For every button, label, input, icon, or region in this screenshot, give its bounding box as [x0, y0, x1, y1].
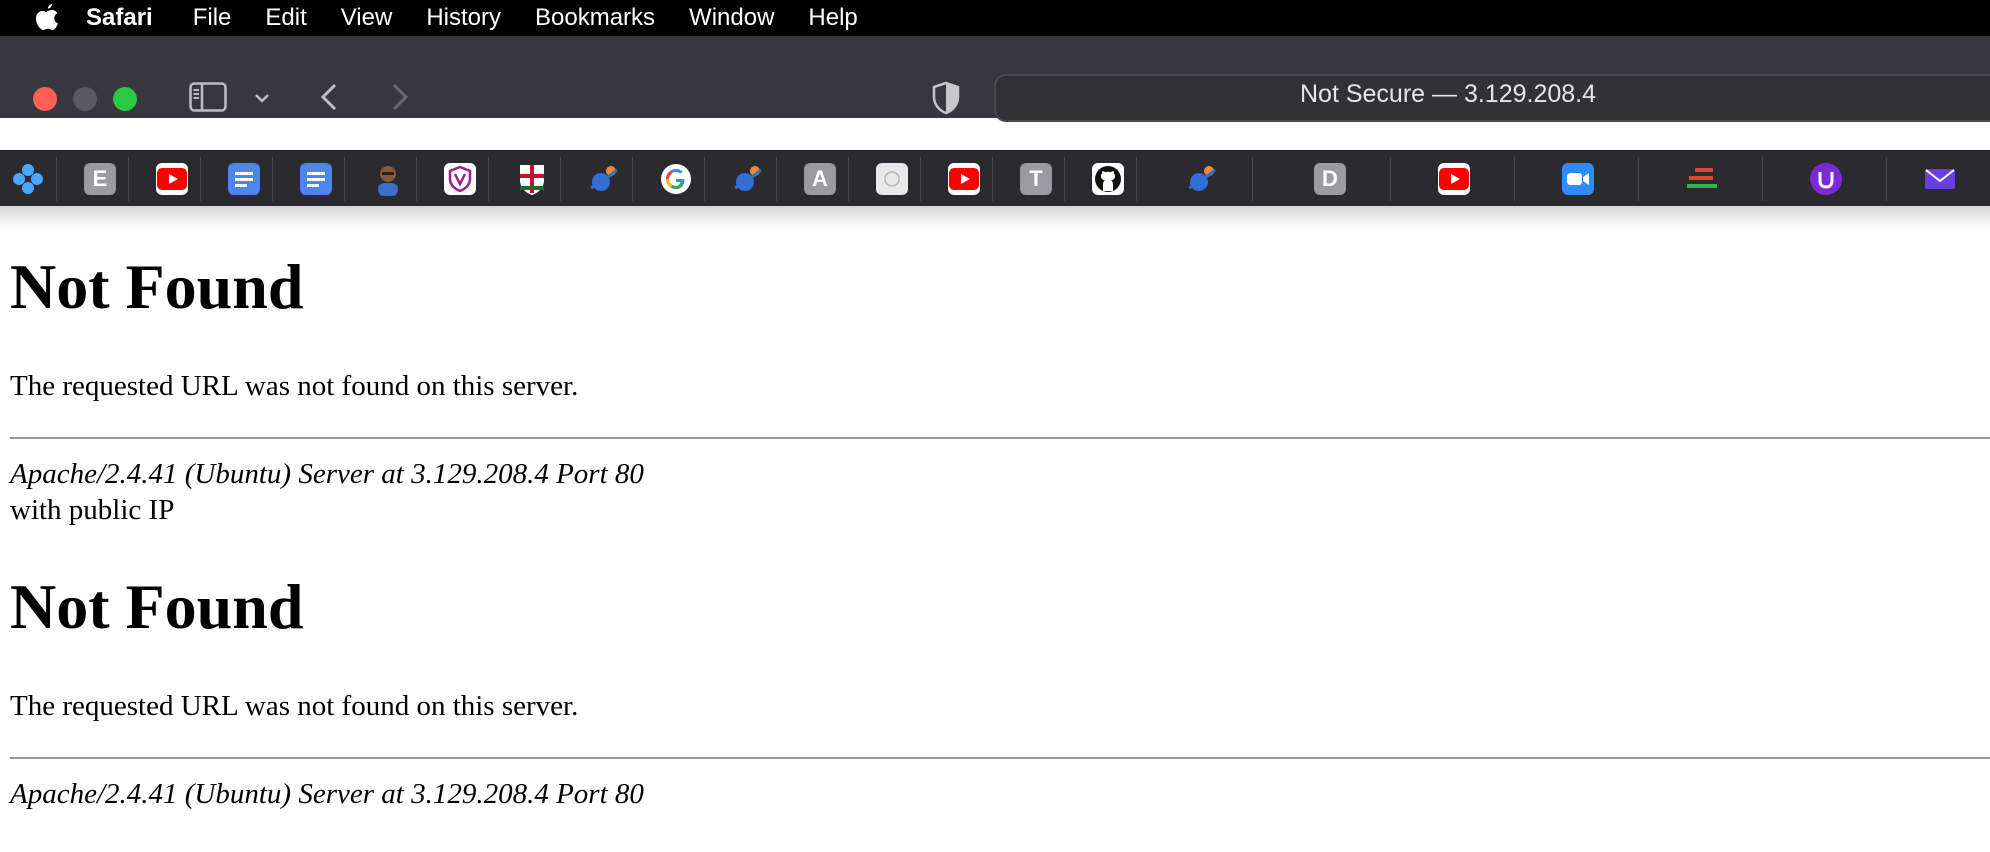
planet-icon — [734, 166, 762, 191]
page-heading: Not Found — [10, 251, 304, 322]
menu-window[interactable]: Window — [689, 4, 774, 32]
google-icon — [661, 164, 691, 194]
u-icon — [1810, 163, 1842, 195]
favorite-item[interactable] — [576, 157, 633, 201]
toolbar-shadow — [0, 206, 1990, 230]
favorite-item[interactable]: T — [1008, 157, 1065, 201]
favorite-item[interactable] — [1890, 157, 1990, 201]
crest-icon — [520, 165, 544, 195]
back-icon[interactable] — [316, 80, 342, 114]
error-message: The requested URL was not found on this … — [10, 370, 579, 402]
page-heading: Not Found — [10, 571, 304, 642]
favorite-item[interactable] — [1080, 157, 1137, 201]
favorite-item[interactable] — [360, 157, 417, 201]
favorite-letter-tile: D — [1314, 163, 1346, 195]
menu-bar: Safari File Edit View History Bookmarks … — [0, 0, 1990, 36]
favorite-item[interactable]: A — [792, 157, 849, 201]
avatar-icon — [378, 166, 398, 196]
favorite-item[interactable]: E — [72, 157, 129, 201]
favorite-item[interactable] — [216, 157, 273, 201]
favorite-item[interactable] — [1766, 157, 1887, 201]
zoom-icon — [1562, 163, 1594, 195]
menu-history[interactable]: History — [426, 4, 501, 32]
favorite-item[interactable] — [504, 157, 561, 201]
docs-icon — [300, 163, 332, 195]
error-message: The requested URL was not found on this … — [10, 690, 579, 722]
favorites-bar: E A T D — [0, 150, 1990, 207]
close-window-button[interactable] — [33, 87, 57, 111]
favorite-letter-tile: E — [84, 163, 116, 195]
favorite-item[interactable] — [1152, 157, 1253, 201]
github-icon — [1092, 163, 1124, 195]
favorite-item[interactable] — [936, 157, 993, 201]
stack-icon — [1687, 168, 1717, 188]
mail-icon — [1925, 169, 1955, 189]
minimize-window-button[interactable] — [73, 87, 97, 111]
shield-v-icon — [444, 163, 476, 195]
favorite-item[interactable] — [720, 157, 777, 201]
favorite-item[interactable] — [288, 157, 345, 201]
favorite-item[interactable]: D — [1270, 157, 1391, 201]
zoom-window-button[interactable] — [113, 87, 137, 111]
planet-icon — [590, 166, 618, 191]
menu-help[interactable]: Help — [808, 4, 857, 32]
divider — [10, 437, 1990, 439]
menu-edit[interactable]: Edit — [265, 4, 306, 32]
favorite-item[interactable] — [648, 157, 705, 201]
forward-icon[interactable] — [387, 80, 413, 114]
dots-icon — [13, 164, 43, 194]
favorite-item[interactable] — [1518, 157, 1639, 201]
caption-text: with public IP — [10, 494, 175, 526]
privacy-shield-icon[interactable] — [930, 80, 962, 116]
white-icon — [876, 163, 908, 195]
menu-view[interactable]: View — [341, 4, 393, 32]
favorite-item[interactable] — [1394, 157, 1515, 201]
server-signature: Apache/2.4.41 (Ubuntu) Server at 3.129.2… — [10, 778, 644, 810]
menu-bookmarks[interactable]: Bookmarks — [535, 4, 655, 32]
apple-logo-icon[interactable] — [32, 3, 62, 33]
menu-safari[interactable]: Safari — [86, 4, 153, 32]
favorite-item[interactable] — [864, 157, 921, 201]
favorite-letter-tile: T — [1020, 163, 1052, 195]
favorite-item[interactable] — [432, 157, 489, 201]
favorite-item[interactable] — [0, 157, 57, 201]
favorite-item[interactable] — [1642, 157, 1763, 201]
menu-file[interactable]: File — [193, 4, 232, 32]
youtube-icon — [1438, 163, 1470, 195]
chevron-down-icon[interactable] — [252, 88, 272, 108]
server-signature: Apache/2.4.41 (Ubuntu) Server at 3.129.2… — [10, 458, 644, 490]
planet-icon — [1188, 166, 1216, 191]
sidebar-toggle-icon[interactable] — [188, 80, 228, 114]
youtube-icon — [156, 163, 188, 195]
divider — [10, 757, 1990, 759]
youtube-icon — [948, 163, 980, 195]
favorite-letter-tile: A — [804, 163, 836, 195]
address-bar-text: Not Secure — 3.129.208.4 — [1300, 80, 1597, 108]
docs-icon — [228, 163, 260, 195]
favorite-item[interactable] — [144, 157, 201, 201]
